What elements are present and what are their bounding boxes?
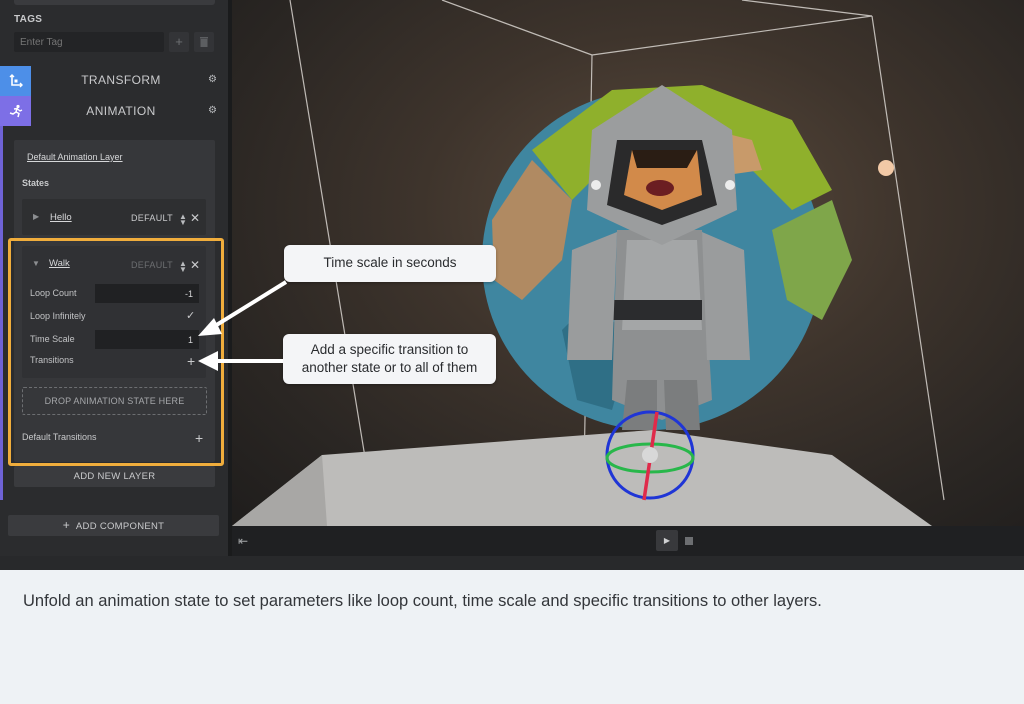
tags-label: TAGS [14,14,43,25]
default-badge[interactable]: DEFAULT [131,260,173,270]
add-component-button[interactable]: + ADD COMPONENT [8,515,219,536]
gear-icon[interactable]: ⚙ [208,106,218,116]
tab-animation[interactable] [0,96,31,126]
add-component-label: ADD COMPONENT [75,521,165,532]
loop-count-label: Loop Count [30,288,77,298]
exit-icon[interactable]: ⇤ [238,534,248,548]
close-icon[interactable]: ✕ [190,258,200,272]
delete-tag-button[interactable] [194,32,214,52]
states-label: States [22,178,50,188]
animation-section-title[interactable]: ANIMATION [31,104,211,118]
caption-text: Unfold an animation state to set paramet… [23,592,822,610]
transform-axes-icon [9,74,23,88]
editor-screen: TAGS + TRANSFORM ⚙ ANIMATION ⚙ Default A… [0,0,1024,570]
caret-down-icon[interactable]: ▼ [32,259,40,268]
add-new-layer-button[interactable]: ADD NEW LAYER [14,466,215,487]
callout-transitions: Add a specific transition to another sta… [283,334,496,384]
callout-transitions-line2: another state or to all of them [301,360,478,375]
trash-icon [200,37,208,47]
add-transition-plus-icon[interactable]: + [187,354,195,368]
stop-button[interactable] [685,537,693,545]
caret-right-icon[interactable]: ▶ [33,212,39,221]
running-figure-icon [9,104,22,118]
plus-icon: + [175,34,183,49]
sort-updown-icon[interactable]: ▲ ▼ [179,213,187,227]
time-scale-input[interactable] [95,330,199,349]
viewport-toolbar [232,526,1024,556]
layer-name-link[interactable]: Default Animation Layer [27,152,123,162]
transform-section-title[interactable]: TRANSFORM [31,73,211,87]
tab-transform[interactable] [0,66,31,96]
state-name-walk[interactable]: Walk [49,258,70,269]
loop-count-input[interactable] [95,284,199,303]
time-scale-label: Time Scale [30,334,75,344]
add-default-transition-plus-icon[interactable]: + [195,431,203,445]
sort-updown-icon[interactable]: ▲ ▼ [179,260,187,274]
callout-transitions-line1: Add a specific transition to [310,342,469,357]
animation-section-accent [0,126,3,500]
callout-time-scale: Time scale in seconds [284,245,496,282]
state-name-hello[interactable]: Hello [50,212,72,223]
default-badge[interactable]: DEFAULT [131,213,173,223]
loop-infinitely-label: Loop Infinitely [30,311,86,321]
default-transitions-label: Default Transitions [22,432,97,442]
drop-animation-state-zone[interactable]: DROP ANIMATION STATE HERE [22,387,207,415]
play-button[interactable]: ▶ [656,530,678,551]
status-strip [0,556,1024,570]
plus-icon: + [62,518,71,532]
panel-top-control[interactable] [14,0,215,5]
gear-icon[interactable]: ⚙ [208,75,218,85]
close-icon[interactable]: ✕ [190,211,200,225]
transitions-label: Transitions [30,355,74,365]
tag-input[interactable] [14,32,164,52]
add-tag-button[interactable]: + [169,32,189,52]
checkmark-icon[interactable]: ✓ [186,309,195,322]
